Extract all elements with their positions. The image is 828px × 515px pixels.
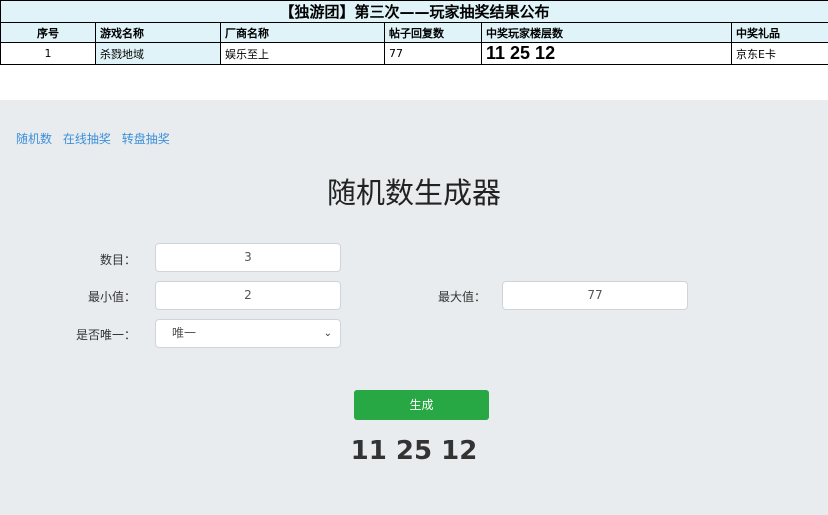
nav-wheel-lottery[interactable]: 转盘抽奖 (122, 132, 170, 146)
header-winning-floors: 中奖玩家楼层数 (481, 22, 732, 43)
count-input[interactable]: 3 (155, 243, 341, 272)
unique-select-value: 唯一 (172, 326, 197, 340)
cell-game-name: 杀戮地域 (95, 42, 221, 65)
min-input[interactable]: 2 (155, 281, 341, 310)
chevron-down-icon: ⌄ (323, 328, 332, 339)
cell-publisher: 娱乐至上 (220, 42, 385, 65)
cell-replies: 77 (384, 42, 482, 65)
header-prize: 中奖礼品 (730, 22, 828, 43)
generator-panel: 随机数 在线抽奖 转盘抽奖 随机数生成器 数目： 3 最小值： 2 最大值： 7… (0, 100, 828, 515)
page-title: 随机数生成器 (326, 176, 501, 210)
min-label: 最小值： (87, 290, 136, 304)
header-replies: 帖子回复数 (384, 22, 482, 43)
max-label: 最大值： (437, 290, 486, 304)
announcement-title: 【独游团】第三次——玩家抽奖结果公布 (0, 0, 828, 23)
count-label: 数目： (99, 253, 136, 267)
cell-index: 1 (0, 42, 96, 65)
table-header-row: 序号 游戏名称 厂商名称 帖子回复数 中奖玩家楼层数 中奖礼品 (0, 22, 828, 43)
header-game-name: 游戏名称 (95, 22, 221, 43)
max-input[interactable]: 77 (502, 281, 688, 310)
generate-button[interactable]: 生成 (354, 390, 489, 420)
nav-online-lottery[interactable]: 在线抽奖 (63, 132, 111, 146)
table-row: 1 杀戮地域 娱乐至上 77 11 25 12 京东E卡 (0, 42, 828, 65)
unique-select[interactable]: 唯一 ⌄ (155, 319, 341, 348)
result-numbers: 11 25 12 (350, 436, 478, 466)
unique-label: 是否唯一： (75, 328, 136, 342)
cell-prize: 京东E卡 (730, 42, 828, 65)
top-nav: 随机数 在线抽奖 转盘抽奖 (16, 130, 177, 147)
results-table: 【独游团】第三次——玩家抽奖结果公布 序号 游戏名称 厂商名称 帖子回复数 中奖… (0, 0, 828, 65)
nav-random-number[interactable]: 随机数 (16, 132, 52, 146)
header-index: 序号 (0, 22, 96, 43)
table-title-row: 【独游团】第三次——玩家抽奖结果公布 (0, 0, 828, 23)
header-publisher: 厂商名称 (220, 22, 385, 43)
cell-winning-floors: 11 25 12 (481, 42, 732, 65)
